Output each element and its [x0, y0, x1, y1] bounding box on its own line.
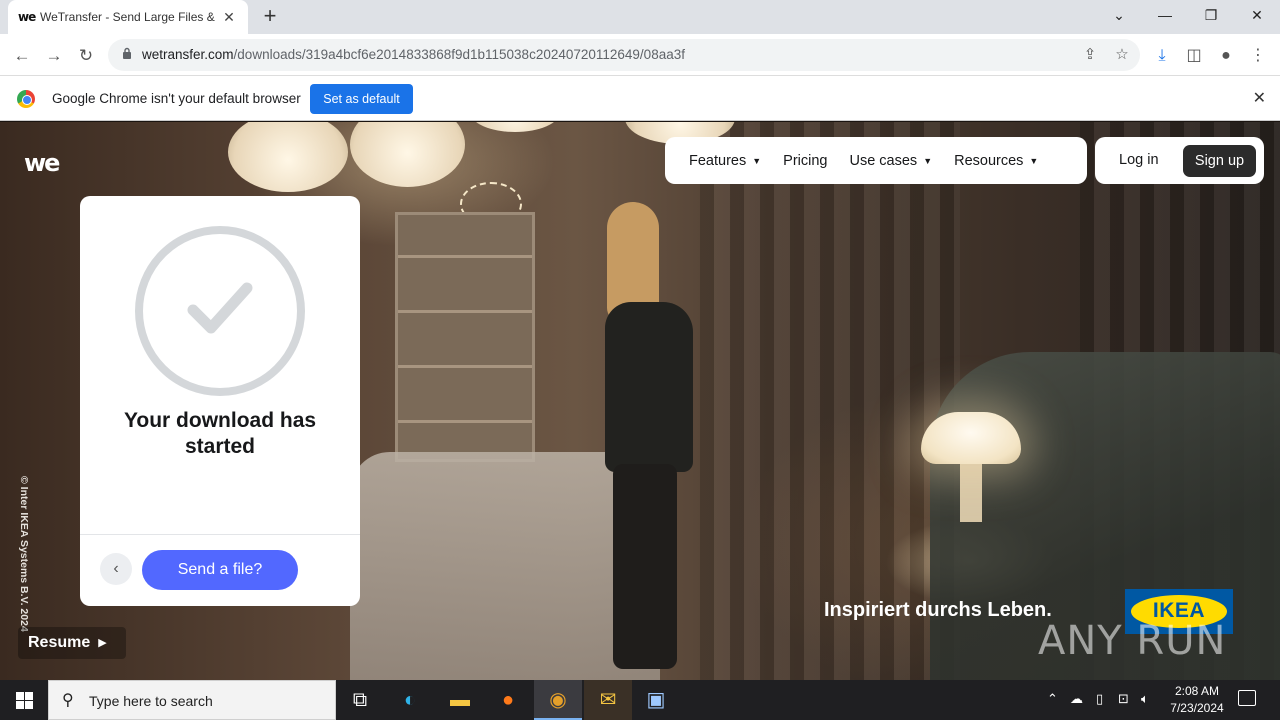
clock-time: 2:08 AM: [1174, 684, 1220, 698]
signup-button[interactable]: Sign up: [1183, 145, 1256, 177]
url-text: wetransfer.com/downloads/319a4bcf6e20148…: [142, 47, 685, 62]
close-infobar-icon[interactable]: ✕: [1253, 88, 1266, 108]
anyrun-watermark: ANY RUN: [1038, 618, 1227, 664]
firefox-icon[interactable]: ●: [484, 680, 532, 720]
browser-toolbar: ← → ↻ wetransfer.com/downloads/319a4bcf6…: [0, 34, 1280, 76]
installer-app-icon[interactable]: ▣: [632, 680, 680, 720]
search-placeholder: Type here to search: [89, 693, 213, 709]
close-tab-icon[interactable]: ✕: [220, 8, 238, 26]
mail-folder-icon[interactable]: ✉: [584, 680, 632, 720]
tab-title: WeTransfer - Send Large Files &: [40, 10, 215, 24]
send-a-file-button[interactable]: Send a file?: [142, 550, 298, 590]
close-window-button[interactable]: ✕: [1234, 0, 1280, 30]
back-chevron-button[interactable]: ‹: [100, 553, 132, 585]
card-divider: [80, 534, 360, 535]
network-icon[interactable]: ⊡: [1118, 691, 1129, 707]
ad-tagline: Inspiriert durchs Leben.: [824, 599, 1052, 621]
onedrive-icon[interactable]: ☁: [1070, 691, 1083, 707]
search-icon: ⚲: [62, 692, 74, 709]
nav-use-cases[interactable]: Use cases ▼: [849, 153, 932, 169]
paper-lantern: [228, 122, 348, 192]
tab-search-icon[interactable]: ⌄: [1096, 0, 1142, 30]
side-panel-icon[interactable]: ◫: [1182, 44, 1206, 68]
new-tab-button[interactable]: +: [258, 5, 282, 29]
paper-lantern: [350, 122, 465, 187]
notification-icon[interactable]: [1238, 690, 1256, 706]
share-icon[interactable]: ⇪: [1080, 45, 1100, 65]
nav-features[interactable]: Features ▼: [689, 153, 761, 169]
resume-button[interactable]: Resume ▶: [18, 627, 126, 659]
reload-icon[interactable]: ↻: [72, 42, 100, 70]
browser-tab[interactable]: we WeTransfer - Send Large Files & ✕: [8, 0, 248, 34]
chevron-down-icon: ▼: [923, 155, 933, 166]
profile-avatar-icon[interactable]: ●: [1214, 44, 1238, 68]
minimize-button[interactable]: —: [1142, 0, 1188, 30]
checkmark-circle-icon: [135, 226, 305, 396]
table-lamp: [921, 412, 1021, 464]
wetransfer-logo[interactable]: we: [24, 149, 60, 177]
chevron-down-icon: ▼: [752, 155, 762, 166]
bookmark-star-icon[interactable]: ☆: [1112, 45, 1132, 65]
download-started-heading: Your download has started: [123, 409, 317, 458]
device-icon[interactable]: ▯: [1096, 691, 1103, 707]
windows-start-icon[interactable]: [0, 680, 48, 720]
download-icon[interactable]: ⤓: [1150, 44, 1174, 68]
file-explorer-icon[interactable]: ▬: [436, 680, 484, 720]
download-status-card: Your download has started ‹ Send a file?: [80, 196, 360, 606]
edge-icon[interactable]: ◐: [386, 680, 434, 720]
windows-taskbar: ⚲ Type here to search ⧉ ◐ ▬ ● ◉ ✉ ▣ ⌃ ☁ …: [0, 680, 1280, 720]
auth-nav: Log in Sign up: [1095, 137, 1264, 184]
clock-date: 7/23/2024: [1170, 701, 1224, 715]
ad-copyright: © Inter IKEA Systems B.V. 2024: [18, 476, 30, 632]
chevron-up-icon[interactable]: ⌃: [1047, 691, 1058, 707]
paper-lantern: [470, 122, 560, 132]
checkmark-icon: [187, 282, 253, 334]
default-browser-infobar: Google Chrome isn't your default browser…: [0, 76, 1280, 121]
taskbar-search-input[interactable]: ⚲ Type here to search: [48, 680, 336, 720]
main-nav: Features ▼ Pricing Use cases ▼ Resources ▼: [665, 137, 1087, 184]
menu-kebab-icon[interactable]: ⋮: [1246, 44, 1270, 68]
chevron-down-icon: ▼: [1029, 155, 1039, 166]
lock-icon: [123, 47, 131, 59]
restore-button[interactable]: ❐: [1188, 0, 1234, 30]
address-bar[interactable]: wetransfer.com/downloads/319a4bcf6e20148…: [108, 39, 1140, 71]
forward-arrow-icon[interactable]: →: [40, 42, 68, 70]
bookshelf: [395, 212, 535, 462]
task-view-icon[interactable]: ⧉: [336, 680, 384, 720]
lamp-stem: [960, 462, 982, 522]
back-arrow-icon[interactable]: ←: [8, 42, 36, 70]
taskbar-clock[interactable]: 2:08 AM 7/23/2024: [1160, 683, 1234, 717]
infobar-message: Google Chrome isn't your default browser: [52, 91, 301, 106]
curtain-decoration: [700, 122, 960, 680]
nav-resources[interactable]: Resources ▼: [954, 153, 1038, 169]
chrome-logo-icon: [17, 90, 35, 108]
wetransfer-favicon-icon: we: [18, 10, 36, 24]
tab-strip: we WeTransfer - Send Large Files & ✕ + ⌄…: [0, 0, 1280, 34]
chrome-icon[interactable]: ◉: [534, 680, 582, 720]
volume-icon[interactable]: 🔈︎: [1141, 691, 1149, 707]
person-figure: [595, 202, 705, 672]
login-link[interactable]: Log in: [1119, 152, 1159, 168]
play-icon: ▶: [98, 637, 107, 649]
nav-pricing[interactable]: Pricing: [783, 153, 827, 169]
set-as-default-button[interactable]: Set as default: [310, 84, 413, 114]
